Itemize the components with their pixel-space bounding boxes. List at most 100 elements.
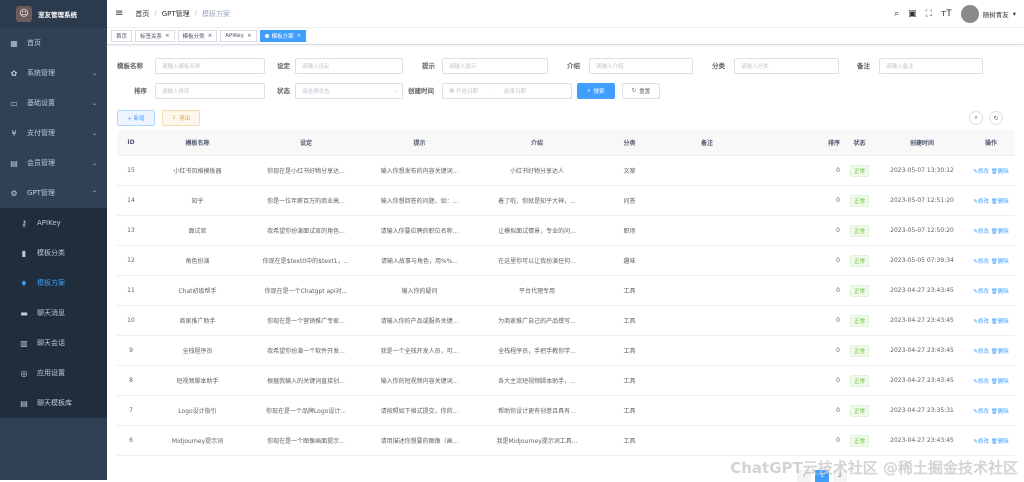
fullscreen-icon[interactable]: ⛶ bbox=[926, 9, 932, 19]
actions-cell: ✎修改 🗑删除 bbox=[967, 377, 1015, 385]
sidebar-item-member[interactable]: ▤ 会员管理 ⌄ bbox=[0, 148, 107, 178]
book-icon: ▮ bbox=[21, 248, 27, 258]
edit-button[interactable]: ✎修改 bbox=[973, 169, 989, 175]
sidebar-item-chat-message[interactable]: ▬ 聊天消息 bbox=[0, 298, 107, 328]
table-cell: 9 bbox=[129, 347, 133, 354]
label-setting: 设定 bbox=[277, 62, 290, 70]
table-cell: 11 bbox=[127, 287, 135, 294]
tag-template-scheme[interactable]: 模板方案 × bbox=[259, 30, 307, 42]
table-body: 15 小红书风格模板器 你现在是小红书好物分享达... 输入你想发布的内容关键词...… bbox=[117, 156, 1015, 456]
delete-button[interactable]: 🗑删除 bbox=[991, 199, 1009, 205]
active-dot bbox=[264, 34, 269, 38]
actions-cell: ✎修改 🗑删除 bbox=[967, 317, 1015, 325]
prompt-input[interactable]: 请输入提示 bbox=[442, 58, 548, 74]
sort-input[interactable]: 请输入排序 bbox=[155, 83, 265, 99]
sidebar-item-apikey[interactable]: ⚷ APIKey bbox=[0, 208, 107, 238]
tag-apikey[interactable]: APIKey × bbox=[220, 30, 257, 42]
edit-button[interactable]: ✎修改 bbox=[973, 349, 989, 355]
delete-button[interactable]: 🗑删除 bbox=[991, 439, 1009, 445]
reset-button[interactable]: ↻ 重置 bbox=[622, 83, 660, 99]
actions-cell: ✎修改 🗑删除 bbox=[967, 197, 1015, 205]
delete-button[interactable]: 🗑删除 bbox=[991, 319, 1009, 325]
table-cell: 你现在是一个图像画面提示... bbox=[267, 438, 345, 445]
edit-button[interactable]: ✎修改 bbox=[973, 379, 989, 385]
delete-button[interactable]: 🗑删除 bbox=[991, 289, 1009, 295]
user-menu[interactable]: 随树青友 ▾ bbox=[960, 4, 1016, 23]
table-cell: 工具 bbox=[623, 408, 636, 415]
sidebar-item-template-category[interactable]: ▮ 模板分类 bbox=[0, 238, 107, 268]
actions-cell: ✎修改 🗑删除 bbox=[967, 167, 1015, 175]
search-button[interactable]: ⌕ 搜索 bbox=[577, 83, 615, 99]
edit-button[interactable]: ✎修改 bbox=[973, 229, 989, 235]
edit-button[interactable]: ✎修改 bbox=[973, 409, 989, 415]
actions-cell: ✎修改 🗑删除 bbox=[967, 257, 1015, 265]
edit-button[interactable]: ✎修改 bbox=[973, 259, 989, 265]
chevron-down-icon: ⌄ bbox=[91, 99, 97, 107]
table-cell: 2023-04-27 23:43:45 bbox=[890, 437, 954, 444]
table-cell: 0 bbox=[836, 167, 840, 174]
delete-button[interactable]: 🗑删除 bbox=[991, 169, 1009, 175]
table-cell: 面试官 bbox=[188, 228, 207, 235]
navbar: ≡ 首页 / GPT管理 / 模板方案 ⌕ ▣ ⛶ ᴛT 随树青友 ▾ bbox=[107, 0, 1024, 28]
chevron-up-icon: ⌃ bbox=[91, 189, 97, 197]
actions-cell: ✎修改 🗑删除 bbox=[967, 287, 1015, 295]
sidebar-item-system[interactable]: ✿ 系统管理 ⌄ bbox=[0, 58, 107, 88]
delete-button[interactable]: 🗑删除 bbox=[991, 379, 1009, 385]
app-root: ☺ 宠友管理系统 ▦ 首页 ✿ 系统管理 ⌄ ▭ 基础设置 ⌄ ¥ 支付管理 ⌄ ▤ 会员管理 ⌄… bbox=[0, 0, 1024, 482]
status-cell: 正常 bbox=[842, 194, 877, 207]
status-select[interactable]: 请选择状态 ⌄ bbox=[295, 83, 403, 99]
date-range-picker[interactable]: ▦ 开始日期 - 结束日期 bbox=[442, 83, 572, 99]
edit-button[interactable]: ✎修改 bbox=[973, 319, 989, 325]
sidebar-item-app-settings[interactable]: ◎ 应用设置 bbox=[0, 358, 107, 388]
delete-button[interactable]: 🗑删除 bbox=[991, 229, 1009, 235]
header-cell: 备注 bbox=[700, 140, 713, 147]
app-logo: ☺ 宠友管理系统 bbox=[0, 0, 107, 28]
message-icon[interactable]: ▣ bbox=[908, 9, 917, 19]
tag-template-category[interactable]: 模板分类 × bbox=[177, 30, 218, 42]
toggle-search-button[interactable]: ⌕ bbox=[969, 111, 983, 125]
sidebar-item-chat-session[interactable]: ▥ 聊天会话 bbox=[0, 328, 107, 358]
refresh-button[interactable]: ↻ bbox=[989, 111, 1003, 125]
edit-button[interactable]: ✎修改 bbox=[973, 199, 989, 205]
tag-home[interactable]: 首页 bbox=[111, 30, 133, 42]
navbar-actions: ⌕ ▣ ⛶ ᴛT 随树青友 ▾ bbox=[894, 4, 1016, 23]
sidebar-item-template-scheme[interactable]: ♦ 模板方案 bbox=[0, 268, 107, 298]
template-name-input[interactable]: 请输入模板名称 bbox=[155, 58, 265, 74]
delete-button[interactable]: 🗑删除 bbox=[991, 409, 1009, 415]
tag-label-relation[interactable]: 标签关系 × bbox=[135, 30, 175, 42]
edit-button[interactable]: ✎修改 bbox=[973, 439, 989, 445]
edit-button[interactable]: ✎修改 bbox=[973, 289, 989, 295]
delete-icon: 🗑 bbox=[990, 438, 998, 445]
intro-input[interactable]: 请输入介绍 bbox=[589, 58, 693, 74]
remark-input[interactable]: 请输入备注 bbox=[879, 58, 983, 74]
sidebar-item-gpt[interactable]: ⚙ GPT管理 ⌃ bbox=[0, 178, 107, 208]
hamburger-icon[interactable]: ≡ bbox=[115, 8, 123, 19]
table-cell: 2023-04-27 23:43:45 bbox=[890, 347, 954, 354]
export-button[interactable]: ↓ 导出 bbox=[162, 110, 200, 126]
table-cell: 8 bbox=[129, 377, 133, 384]
sidebar-item-home[interactable]: ▦ 首页 bbox=[0, 28, 107, 58]
table-row: 14 知乎 你是一位年薪百万的商业高... 输入你想回答的问题，如：... 着了啦，你就… bbox=[117, 186, 1015, 216]
close-icon[interactable]: × bbox=[165, 33, 170, 39]
search-icon[interactable]: ⌕ bbox=[894, 9, 899, 19]
sidebar-item-basic[interactable]: ▭ 基础设置 ⌄ bbox=[0, 88, 107, 118]
status-cell: 正常 bbox=[842, 434, 877, 447]
status-cell: 正常 bbox=[842, 254, 877, 267]
status-cell: 正常 bbox=[842, 224, 877, 237]
close-icon[interactable]: × bbox=[297, 33, 302, 39]
font-size-icon[interactable]: ᴛT bbox=[941, 9, 952, 19]
close-icon[interactable]: × bbox=[247, 33, 252, 39]
sidebar-item-payment[interactable]: ¥ 支付管理 ⌄ bbox=[0, 118, 107, 148]
category-input[interactable]: 请输入分类 bbox=[734, 58, 839, 74]
breadcrumb-home[interactable]: 首页 bbox=[135, 9, 149, 19]
delete-button[interactable]: 🗑删除 bbox=[991, 349, 1009, 355]
setting-input[interactable]: 请输入设定 bbox=[295, 58, 403, 74]
table-cell: 14 bbox=[127, 197, 135, 204]
add-button[interactable]: + 新增 bbox=[117, 110, 155, 126]
status-badge: 正常 bbox=[849, 194, 869, 207]
breadcrumb-parent[interactable]: GPT管理 bbox=[162, 9, 190, 19]
delete-button[interactable]: 🗑删除 bbox=[991, 259, 1009, 265]
close-icon[interactable]: × bbox=[208, 33, 213, 39]
delete-icon: 🗑 bbox=[990, 348, 998, 355]
sidebar-item-template-library[interactable]: ▤ 聊天模板库 bbox=[0, 388, 107, 418]
